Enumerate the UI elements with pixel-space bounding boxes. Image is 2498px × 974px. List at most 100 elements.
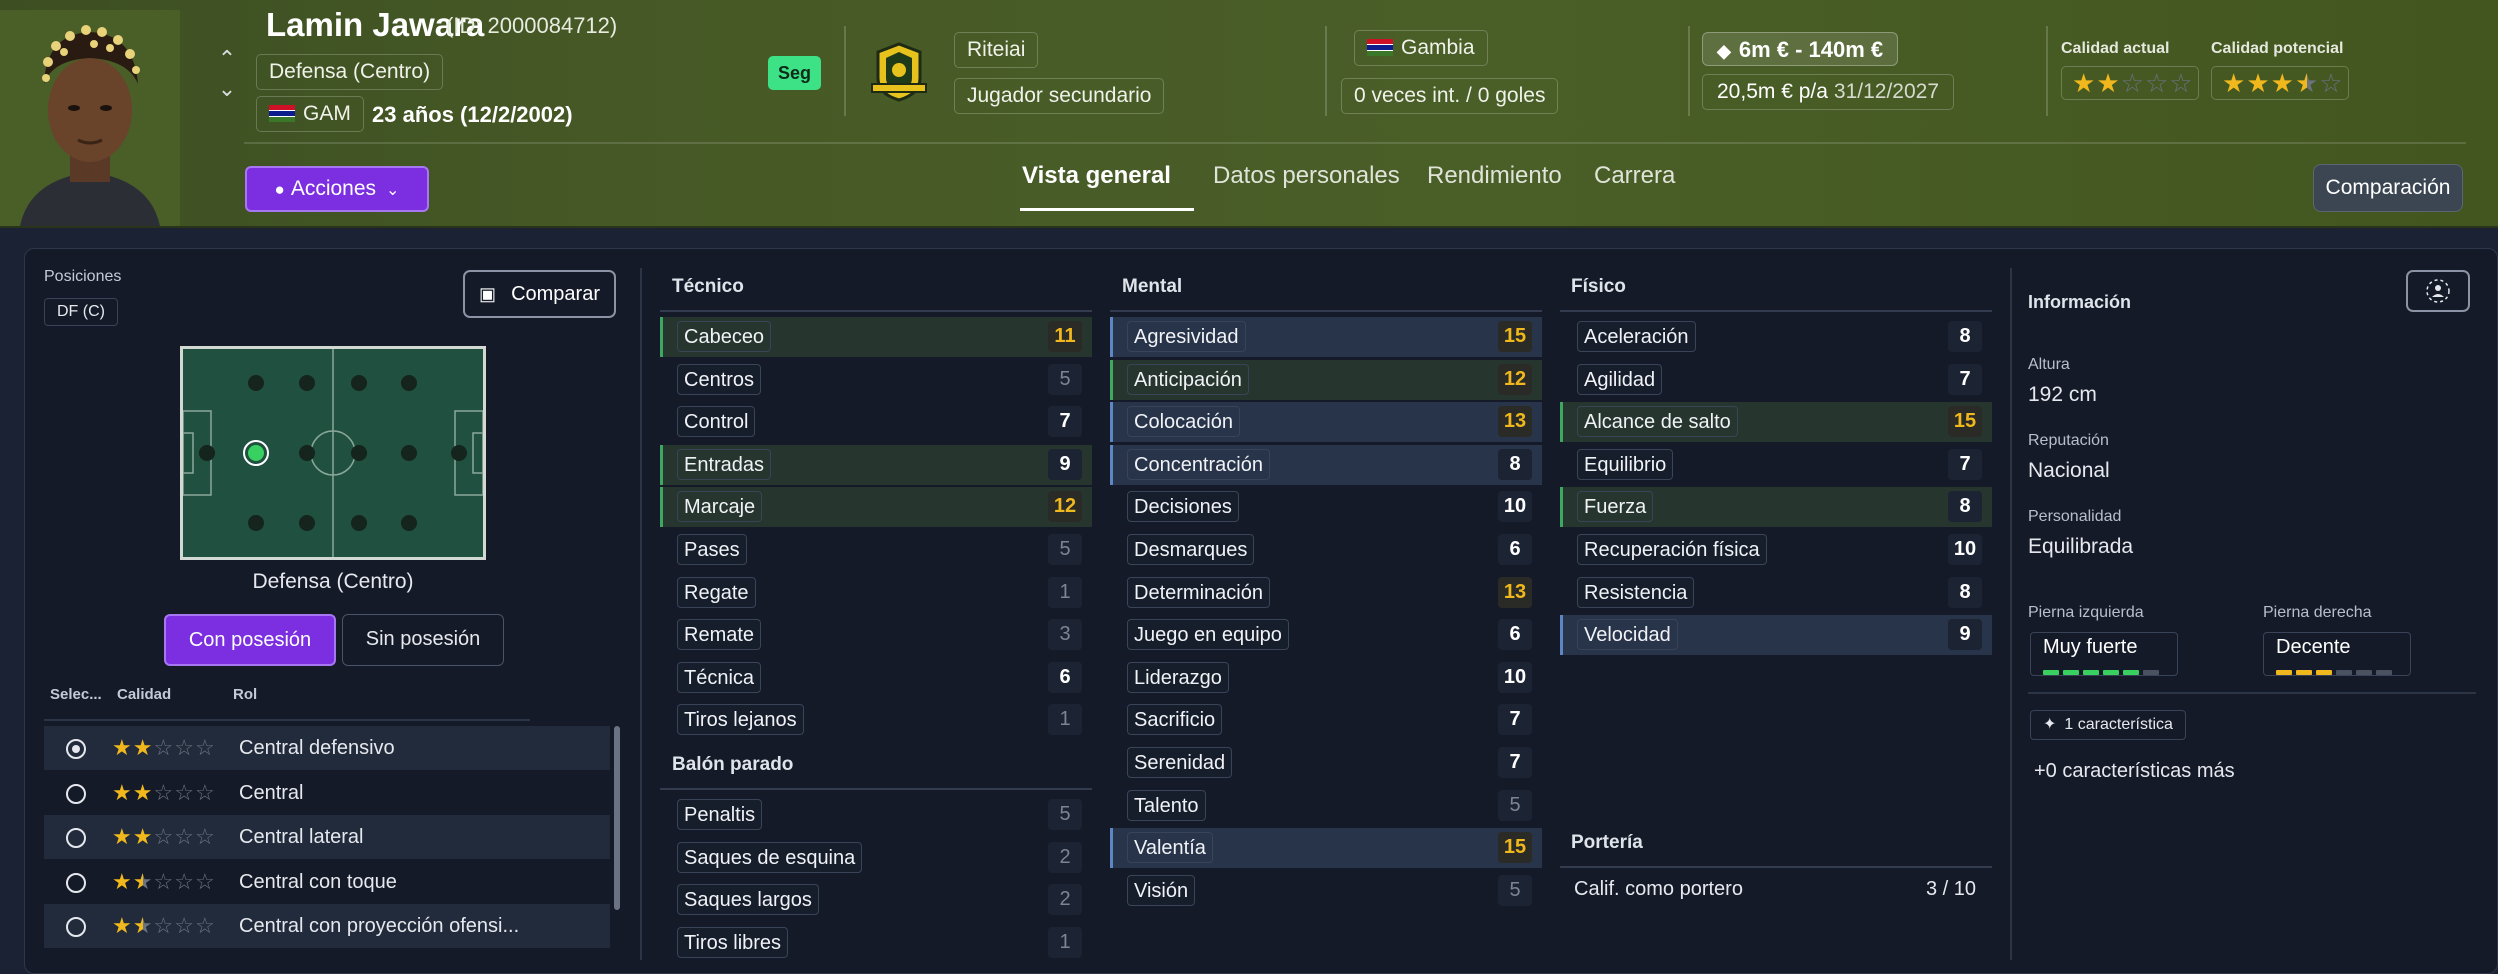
role-row[interactable]: ★★☆☆☆ Central lateral [44, 815, 610, 859]
role-quality-stars: ★★☆☆☆ [112, 779, 216, 805]
role-radio[interactable] [66, 917, 86, 937]
attribute-row[interactable]: Anticipación 12 [1110, 359, 1542, 400]
role-radio[interactable] [66, 828, 86, 848]
attribute-value: 1 [1048, 704, 1082, 736]
attribute-name: Valentía [1127, 832, 1213, 864]
attribute-value: 15 [1498, 321, 1532, 352]
attribute-row[interactable]: Cabeceo 11 [660, 317, 1092, 357]
attribute-name: Cabeceo [677, 321, 772, 352]
traits-chip[interactable]: ✦ 1 característica [2030, 710, 2186, 740]
reputation-value: Nacional [2028, 459, 2110, 482]
without-ball-toggle[interactable]: Sin posesión [342, 614, 504, 666]
right-foot-bars [2276, 662, 2398, 675]
attribute-row[interactable]: Concentración 8 [1110, 444, 1542, 485]
attribute-value: 11 [1048, 321, 1082, 352]
chevron-up-icon[interactable]: ⌃ [216, 44, 238, 74]
role-radio[interactable] [66, 783, 86, 804]
attribute-row[interactable]: Recuperación física 10 [1560, 530, 1992, 570]
attribute-row[interactable]: Tiros libres 1 [660, 923, 1092, 963]
role-col-quality[interactable]: Calidad [117, 686, 171, 703]
country-chip[interactable]: Gambia [1354, 30, 1488, 66]
attribute-row[interactable]: Talento 5 [1110, 786, 1542, 826]
attribute-name: Fuerza [1577, 491, 1654, 523]
right-foot-box: Decente [2263, 632, 2411, 676]
role-quality-stars: ★★☆☆☆ [112, 824, 216, 849]
attribute-row[interactable]: Entradas 9 [660, 444, 1092, 485]
left-foot-box: Muy fuerte [2030, 632, 2178, 676]
foot-strength-bar [2356, 670, 2372, 675]
role-row[interactable]: ★★☆☆☆ Central defensivo [44, 726, 610, 770]
attribute-row[interactable]: Valentía 15 [1110, 828, 1542, 869]
attribute-row[interactable]: Colocación 13 [1110, 402, 1542, 443]
attribute-row[interactable]: Remate 3 [660, 615, 1092, 655]
attribute-row[interactable]: Fuerza 8 [1560, 487, 1992, 528]
attribute-row[interactable]: Juego en equipo 6 [1110, 615, 1542, 655]
personality-button[interactable] [2406, 270, 2470, 312]
tab-vista-general[interactable]: Vista general [1022, 162, 1171, 190]
chevron-down-icon[interactable]: ⌄ [216, 74, 238, 104]
tab-carrera[interactable]: Carrera [1594, 162, 1675, 190]
header-divider [1325, 26, 1327, 116]
attribute-row[interactable]: Regate 1 [660, 573, 1092, 613]
compare-positions-button[interactable]: ▣ Comparar [463, 270, 616, 318]
attribute-name: Tiros lejanos [677, 704, 804, 736]
role-list-scrollbar[interactable] [614, 726, 620, 910]
height-label: Altura [2028, 356, 2070, 373]
attribute-name: Juego en equipo [1127, 619, 1289, 651]
attribute-name: Visión [1127, 874, 1196, 906]
club-chip[interactable]: Riteiai [954, 32, 1039, 68]
attribute-row[interactable]: Pases 5 [660, 530, 1092, 570]
role-row[interactable]: ★★☆☆☆ Central con proyección ofensi... [44, 904, 610, 948]
attribute-value: 8 [1948, 321, 1982, 352]
role-col-select[interactable]: Selec... [50, 686, 102, 703]
salary-chip: 20,5m € p/a 31/12/2027 [1702, 74, 1955, 110]
role-radio[interactable] [66, 872, 86, 893]
attribute-row[interactable]: Centros 5 [660, 360, 1092, 400]
comparison-button[interactable]: Comparación [2313, 164, 2463, 212]
attribute-row[interactable]: Desmarques 6 [1110, 530, 1542, 570]
attribute-row[interactable]: Visión 5 [1110, 871, 1542, 911]
role-radio[interactable] [66, 739, 86, 759]
attribute-value: 15 [1498, 832, 1532, 864]
attribute-row[interactable]: Penaltis 5 [660, 795, 1092, 835]
tab-rendimiento[interactable]: Rendimiento [1427, 162, 1562, 190]
attribute-name: Sacrificio [1127, 704, 1223, 736]
attribute-row[interactable]: Sacrificio 7 [1110, 700, 1542, 740]
attribute-row[interactable]: Saques largos 2 [660, 880, 1092, 920]
attribute-row[interactable]: Serenidad 7 [1110, 743, 1542, 783]
tag-icon: ◆ [1717, 41, 1731, 61]
attribute-row[interactable]: Agresividad 15 [1110, 317, 1542, 357]
attribute-row[interactable]: Decisiones 10 [1110, 487, 1542, 527]
role-row[interactable]: ★★☆☆☆ Central con toque [44, 860, 610, 904]
goalkeeper-rating-value: 3 / 10 [1926, 878, 1977, 900]
attribute-row[interactable]: Agilidad 7 [1560, 360, 1992, 400]
attribute-row[interactable]: Determinación 13 [1110, 573, 1542, 613]
attribute-row[interactable]: Saques de esquina 2 [660, 838, 1092, 878]
attribute-row[interactable]: Aceleración 8 [1560, 317, 1992, 357]
tab-datos-personales[interactable]: Datos personales [1213, 162, 1400, 190]
header-divider [844, 26, 846, 116]
role-col-role[interactable]: Rol [233, 686, 257, 703]
foot-strength-bar [2043, 670, 2059, 675]
attribute-name: Determinación [1127, 576, 1270, 608]
position-chip: Defensa (Centro) [256, 54, 444, 90]
attribute-row[interactable]: Liderazgo 10 [1110, 658, 1542, 698]
actions-button[interactable]: ● Acciones ⌄ [245, 166, 429, 212]
with-ball-toggle[interactable]: Con posesión [164, 614, 336, 666]
attribute-value: 9 [1948, 619, 1982, 651]
more-traits[interactable]: +0 características más [2034, 760, 2235, 783]
attribute-row[interactable]: Técnica 6 [660, 658, 1092, 698]
attribute-row[interactable]: Equilibrio 7 [1560, 445, 1992, 485]
pitch-diagram [182, 349, 484, 557]
attribute-value: 8 [1498, 448, 1532, 480]
attribute-value: 10 [1498, 661, 1532, 693]
attribute-row[interactable]: Tiros lejanos 1 [660, 700, 1092, 740]
gambia-flag-icon [269, 105, 295, 122]
attribute-row[interactable]: Alcance de salto 15 [1560, 402, 1992, 443]
attribute-row[interactable]: Resistencia 8 [1560, 573, 1992, 613]
foot-strength-bar [2276, 670, 2292, 675]
attribute-row[interactable]: Velocidad 9 [1560, 615, 1992, 656]
role-row[interactable]: ★★☆☆☆ Central [44, 771, 610, 815]
attribute-row[interactable]: Marcaje 12 [660, 487, 1092, 528]
attribute-row[interactable]: Control 7 [660, 402, 1092, 442]
